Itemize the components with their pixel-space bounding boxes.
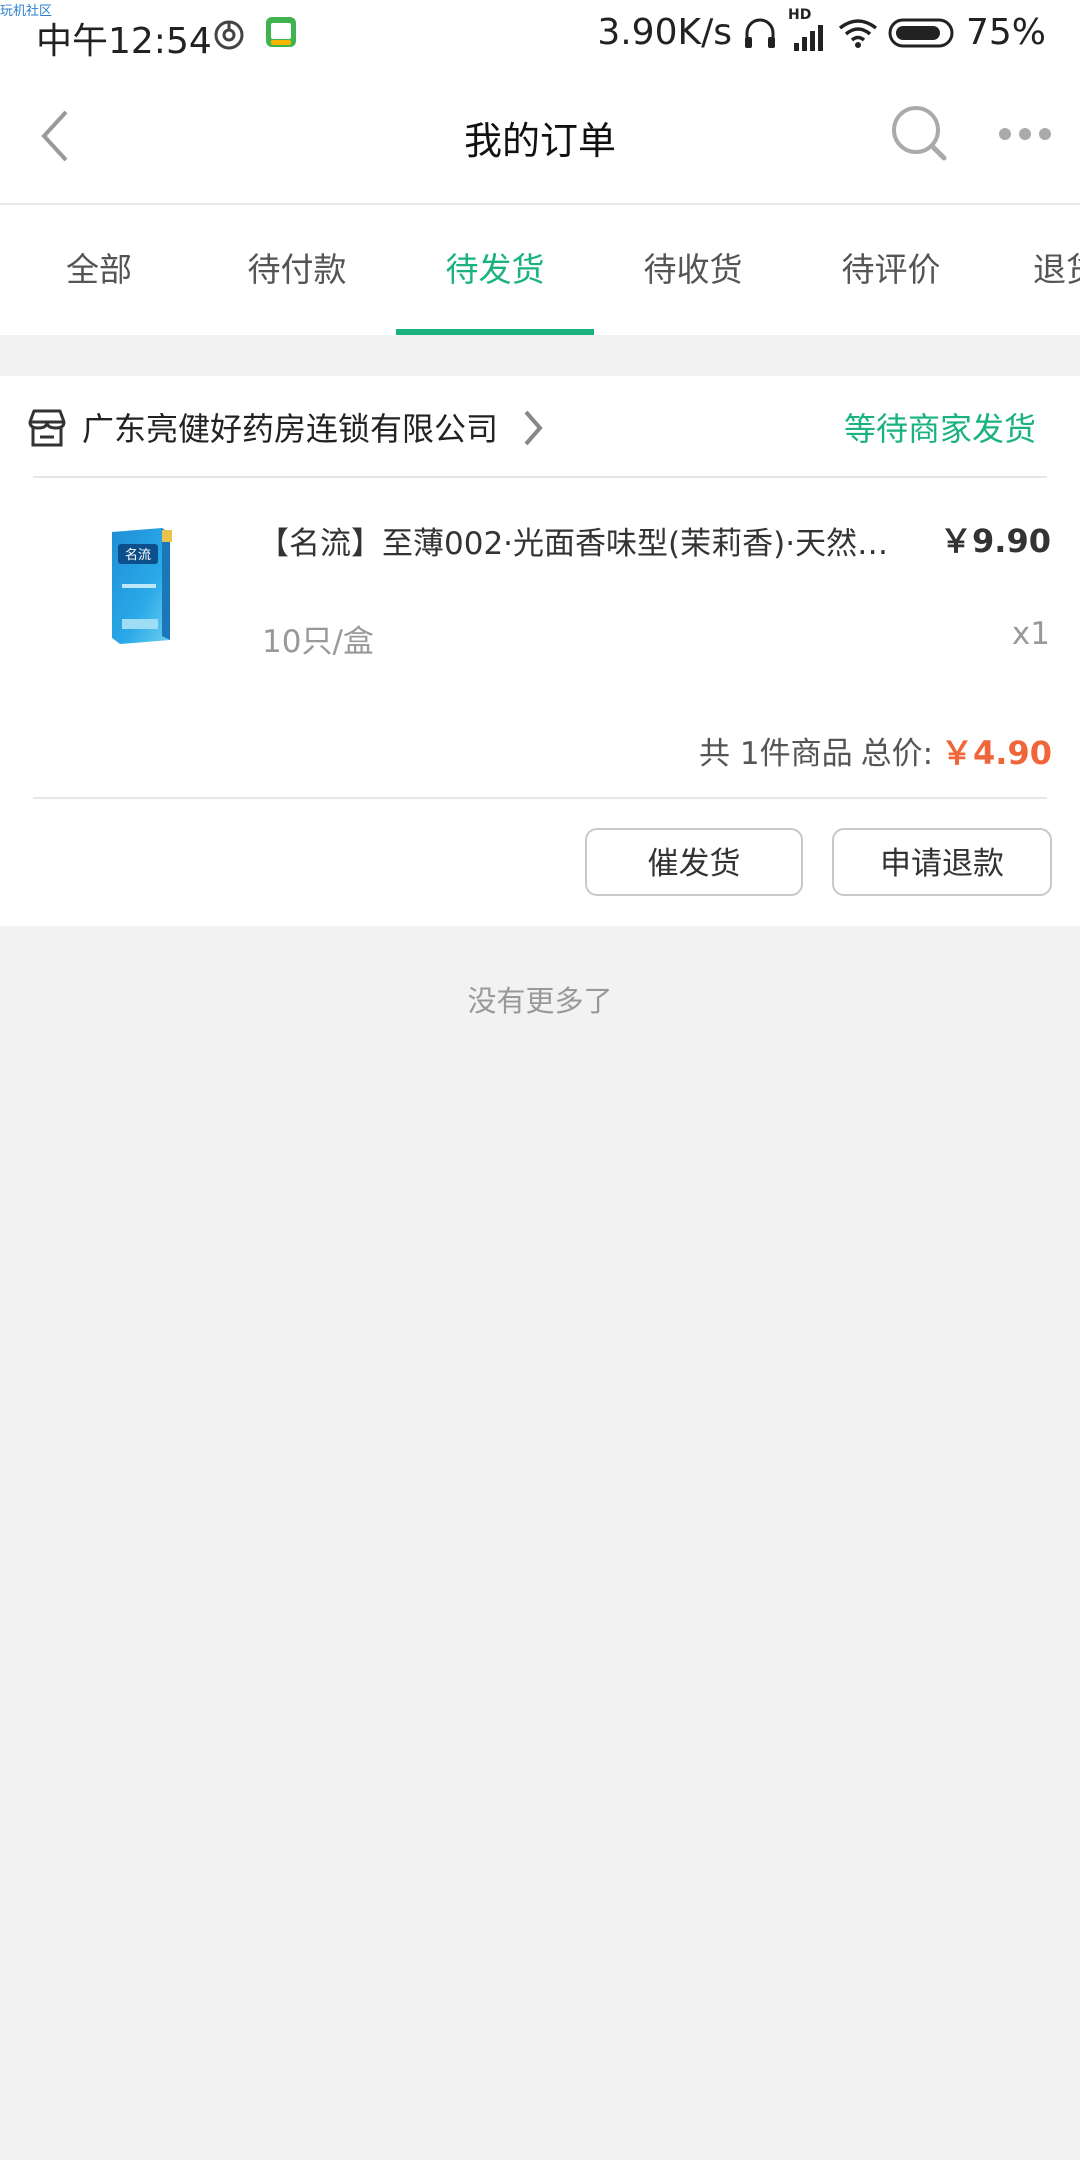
net-speed: 3.90K/s <box>597 12 732 53</box>
battery-level: 75% <box>965 12 1046 53</box>
product-quantity: x1 <box>1011 616 1050 652</box>
request-refund-button[interactable]: 申请退款 <box>832 828 1052 896</box>
order-card[interactable]: 广东亮健好药房连锁有限公司 等待商家发货 名流 【名流】至薄002·光面香味型(… <box>0 376 1080 926</box>
sync-icon <box>214 20 244 50</box>
tab-pending-shipment[interactable]: 待发货 <box>396 205 594 335</box>
order-status: 等待商家发货 <box>843 410 1036 448</box>
tab-returns[interactable]: 退货 <box>990 205 1080 335</box>
item-count: 共 1件商品 <box>699 736 853 772</box>
product-image[interactable]: 名流 <box>104 524 176 648</box>
order-tabs: 全部 待付款 待发货 待收货 待评价 退货 <box>0 205 1080 335</box>
nav-bar: 我的订单 <box>0 70 1080 205</box>
headphones-icon <box>744 18 775 48</box>
wifi-icon <box>838 18 878 48</box>
product-price: ￥9.90 <box>940 522 1051 560</box>
urge-shipment-button[interactable]: 催发货 <box>585 828 803 896</box>
order-summary: 共 1件商品 总价: ￥4.90 <box>699 728 1052 774</box>
signal-icon: HD <box>788 7 828 53</box>
store-icon <box>28 409 66 447</box>
tab-pending-review[interactable]: 待评价 <box>792 205 990 335</box>
status-bar: 玩机社区 中午12:54 3.90K/s HD 75% <box>0 0 1080 70</box>
total-price: ￥4.90 <box>941 734 1052 772</box>
status-right: 3.90K/s HD 75% <box>597 7 1046 54</box>
store-name[interactable]: 广东亮健好药房连锁有限公司 <box>82 404 498 450</box>
chevron-right-icon <box>524 410 543 446</box>
tab-pending-receipt[interactable]: 待收货 <box>594 205 792 335</box>
active-tab-indicator <box>396 329 594 335</box>
tab-pending-payment[interactable]: 待付款 <box>198 205 396 335</box>
battery-icon <box>888 18 954 47</box>
app-notification-icon <box>266 17 296 47</box>
status-time: 中午12:54 <box>36 21 212 62</box>
product-title[interactable]: 【名流】至薄002·光面香味型(茉莉香)·天然乳胶超薄避孕套 <box>258 518 898 563</box>
svg-text:名流: 名流 <box>125 547 151 563</box>
more-icon[interactable] <box>998 126 1052 142</box>
total-label: 总价: <box>860 736 934 772</box>
end-of-list-text: 没有更多了 <box>467 984 613 1018</box>
search-icon[interactable] <box>890 104 950 164</box>
divider <box>33 797 1047 799</box>
tab-all[interactable]: 全部 <box>0 205 198 335</box>
divider <box>33 476 1047 478</box>
product-spec: 10只/盒 <box>262 624 374 660</box>
